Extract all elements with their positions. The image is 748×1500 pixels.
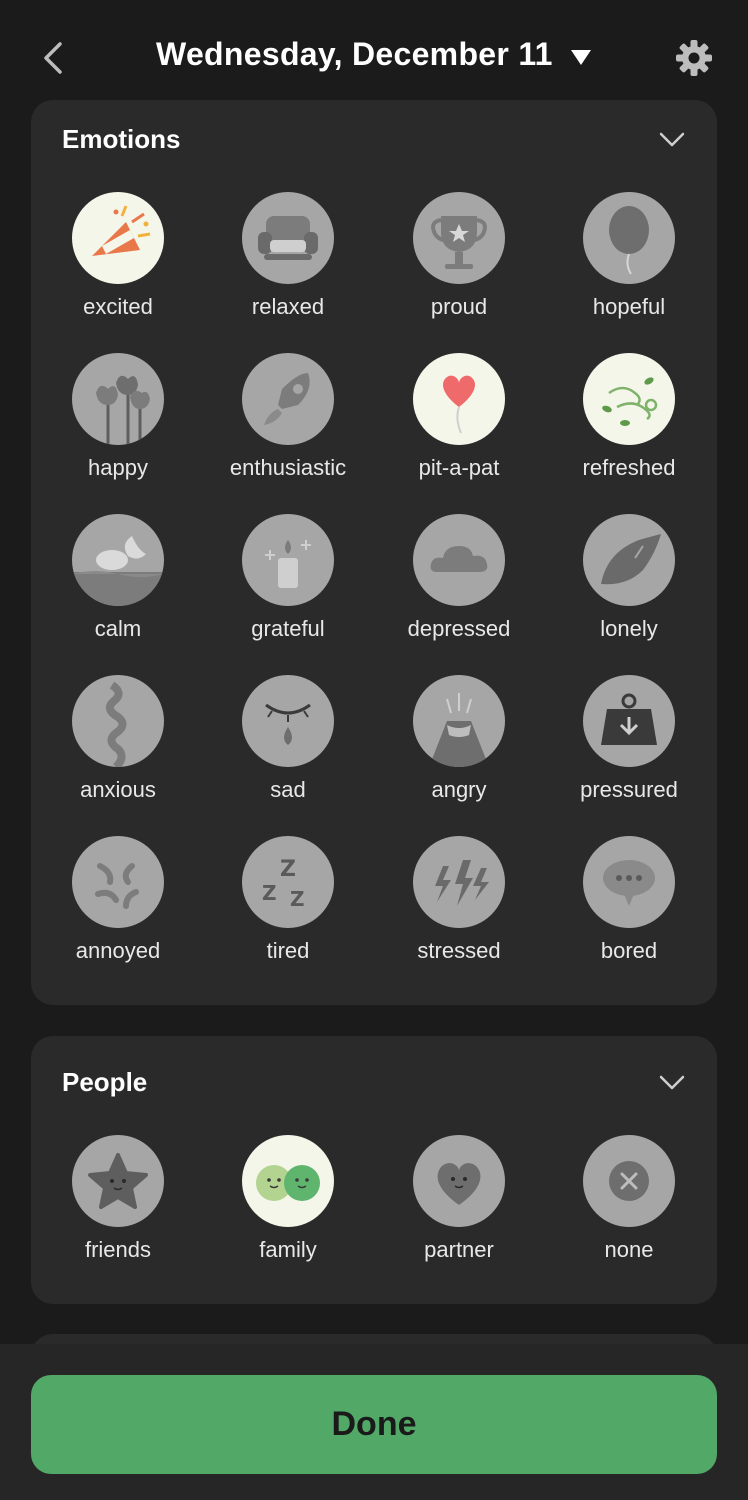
emotion-option-refreshed[interactable]: refreshed: [544, 353, 714, 481]
svg-text:Z: Z: [290, 887, 305, 911]
emotion-option-relaxed[interactable]: relaxed: [203, 192, 373, 320]
emotion-option-hopeful[interactable]: hopeful: [544, 192, 714, 320]
emotion-option-tired[interactable]: Z Z Ztired: [203, 836, 373, 964]
emotion-option-happy[interactable]: happy: [33, 353, 203, 481]
gear-icon: [676, 40, 712, 76]
speech-bubble-icon: [583, 836, 675, 928]
annoyed-marks-icon: [72, 836, 164, 928]
option-label: anxious: [80, 777, 156, 802]
option-label: refreshed: [582, 455, 676, 480]
breeze-icon: [583, 353, 675, 445]
option-label: friends: [84, 1237, 152, 1262]
emotion-option-lonely[interactable]: lonely: [544, 514, 714, 642]
rope-icon: [72, 675, 164, 767]
rocket-icon: [242, 353, 334, 445]
emotion-option-sad[interactable]: sad: [203, 675, 373, 803]
option-label: annoyed: [75, 938, 161, 963]
x-circle-icon: [583, 1135, 675, 1227]
two-faces-icon: [242, 1135, 334, 1227]
option-label: grateful: [251, 616, 325, 641]
option-label: lonely: [600, 616, 658, 641]
option-label: pit-a-pat: [418, 455, 500, 480]
option-label: depressed: [407, 616, 511, 641]
people-card: People friends family partner none: [31, 1036, 717, 1304]
volcano-icon: [413, 675, 505, 767]
party-popper-icon: [72, 192, 164, 284]
option-label: happy: [88, 455, 148, 480]
emotion-option-anxious[interactable]: anxious: [33, 675, 203, 803]
top-bar: Wednesday, December 11: [0, 0, 748, 104]
chevron-down-icon[interactable]: [659, 1075, 685, 1091]
people-option-family[interactable]: family: [203, 1135, 373, 1263]
date-selector[interactable]: Wednesday, December 11: [156, 36, 592, 72]
emotions-title: Emotions: [62, 124, 181, 154]
emotion-option-depressed[interactable]: depressed: [374, 514, 544, 642]
heart-balloon-icon: [413, 353, 505, 445]
option-label: proud: [430, 294, 488, 319]
option-label: bored: [600, 938, 658, 963]
emotion-option-proud[interactable]: proud: [374, 192, 544, 320]
candle-icon: [242, 514, 334, 606]
leaf-icon: [583, 514, 675, 606]
balloon-icon: [583, 192, 675, 284]
option-label: relaxed: [251, 294, 325, 319]
option-label: angry: [431, 777, 487, 802]
emotion-option-angry[interactable]: angry: [374, 675, 544, 803]
emotion-option-excited[interactable]: excited: [33, 192, 203, 320]
option-label: partner: [424, 1237, 494, 1262]
lightning-icon: [413, 836, 505, 928]
emotion-option-enthusiastic[interactable]: enthusiastic: [203, 353, 373, 481]
weight-icon: [583, 675, 675, 767]
emotion-option-calm[interactable]: calm: [33, 514, 203, 642]
option-label: hopeful: [592, 294, 666, 319]
people-option-friends[interactable]: friends: [33, 1135, 203, 1263]
option-label: stressed: [417, 938, 501, 963]
emotion-option-annoyed[interactable]: annoyed: [33, 836, 203, 964]
emotion-option-pit-a-pat[interactable]: pit-a-pat: [374, 353, 544, 481]
emotions-card: Emotions excited relaxed proud hopeful happy…: [31, 100, 717, 1005]
option-label: sad: [270, 777, 306, 802]
option-label: tired: [266, 938, 310, 963]
chevron-down-icon[interactable]: [659, 132, 685, 148]
svg-text:Z: Z: [280, 857, 296, 882]
option-label: none: [604, 1237, 654, 1262]
done-button[interactable]: Done: [31, 1375, 717, 1474]
moon-cloud-icon: [72, 514, 164, 606]
armchair-icon: [242, 192, 334, 284]
page-title: Wednesday, December 11: [156, 36, 553, 72]
option-label: calm: [94, 616, 142, 641]
settings-button[interactable]: [674, 38, 714, 78]
option-label: enthusiastic: [229, 455, 347, 480]
svg-text:Z: Z: [262, 881, 277, 905]
emotion-option-grateful[interactable]: grateful: [203, 514, 373, 642]
option-label: family: [259, 1237, 317, 1262]
cloud-icon: [413, 514, 505, 606]
option-label: pressured: [580, 777, 678, 802]
tulips-icon: [72, 353, 164, 445]
people-title: People: [62, 1067, 148, 1097]
trophy-icon: [413, 192, 505, 284]
people-option-partner[interactable]: partner: [374, 1135, 544, 1263]
caret-down-icon: [570, 49, 591, 65]
emotion-option-stressed[interactable]: stressed: [374, 836, 544, 964]
teardrop-icon: [242, 675, 334, 767]
zzz-icon: ZZZ: [242, 836, 334, 928]
star-face-icon: [72, 1135, 164, 1227]
option-label: excited: [83, 294, 153, 319]
people-option-none[interactable]: none: [544, 1135, 714, 1263]
heart-face-icon: [413, 1135, 505, 1227]
emotion-option-pressured[interactable]: pressured: [544, 675, 714, 803]
emotion-option-bored[interactable]: bored: [544, 836, 714, 964]
